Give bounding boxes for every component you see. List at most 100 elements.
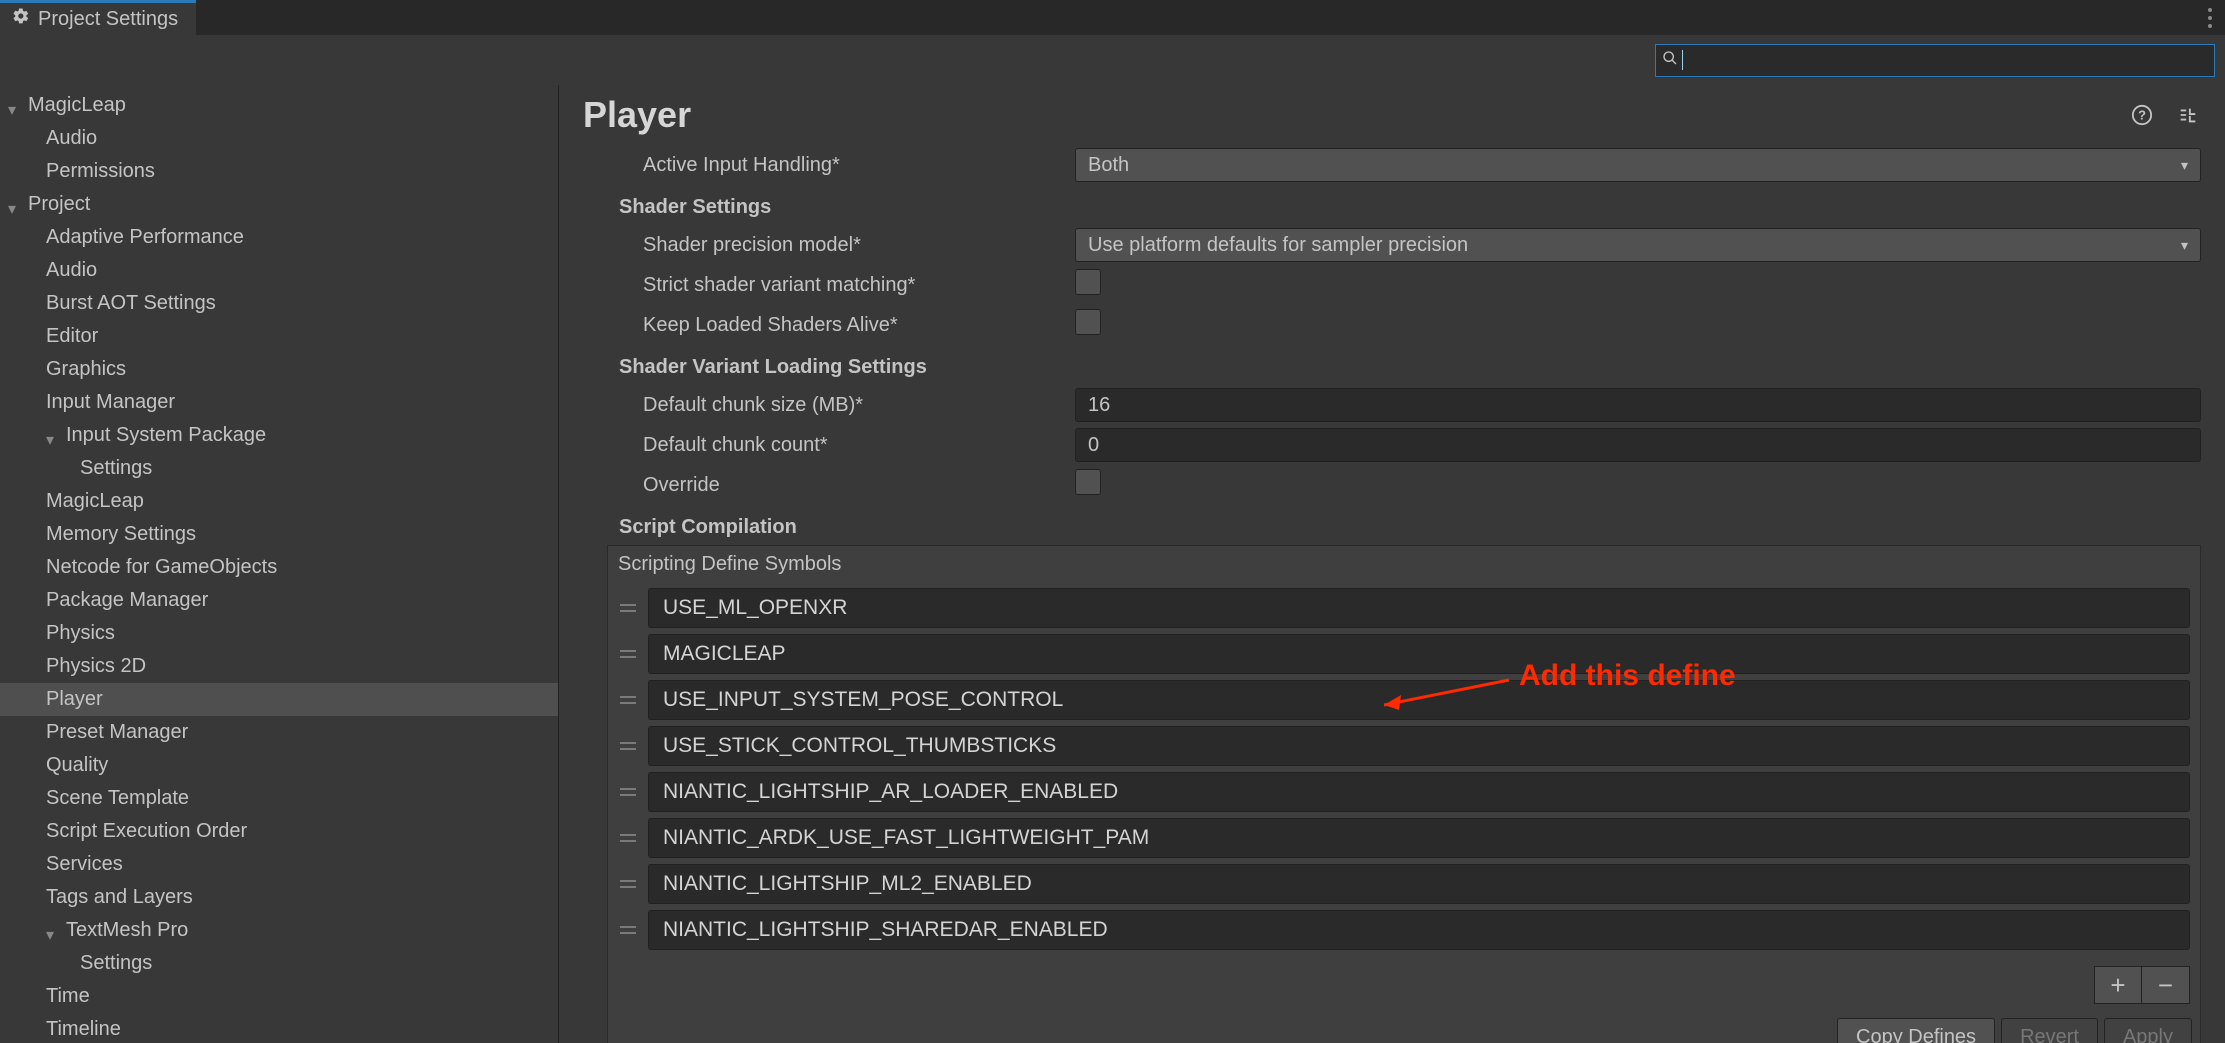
define-input[interactable]: NIANTIC_LIGHTSHIP_AR_LOADER_ENABLED bbox=[648, 772, 2190, 812]
search-input[interactable] bbox=[1655, 44, 2215, 77]
remove-define-button[interactable]: − bbox=[2142, 966, 2190, 1004]
define-input[interactable]: NIANTIC_ARDK_USE_FAST_LIGHTWEIGHT_PAM bbox=[648, 818, 2190, 858]
sidebar-item-project[interactable]: Project bbox=[0, 188, 558, 221]
checkbox-strict-variant[interactable] bbox=[1075, 269, 1101, 295]
sidebar-item-settings[interactable]: Settings bbox=[0, 947, 558, 980]
drag-handle-icon[interactable] bbox=[618, 926, 638, 934]
drag-handle-icon[interactable] bbox=[618, 650, 638, 658]
apply-button[interactable]: Apply bbox=[2104, 1018, 2192, 1043]
sidebar-item-label: Input Manager bbox=[46, 391, 175, 414]
sidebar-item-netcode-for-gameobjects[interactable]: Netcode for GameObjects bbox=[0, 551, 558, 584]
prop-chunk-count: Default chunk count* 0 bbox=[583, 425, 2201, 465]
sidebar-item-label: Settings bbox=[80, 952, 152, 975]
copy-defines-button[interactable]: Copy Defines bbox=[1837, 1018, 1995, 1043]
define-row: USE_ML_OPENXR bbox=[618, 588, 2190, 628]
sidebar-item-label: Scene Template bbox=[46, 787, 189, 810]
sidebar-item-label: Audio bbox=[46, 259, 97, 282]
define-input[interactable]: USE_ML_OPENXR bbox=[648, 588, 2190, 628]
kebab-icon[interactable] bbox=[2201, 0, 2219, 35]
sidebar-item-package-manager[interactable]: Package Manager bbox=[0, 584, 558, 617]
foldout-icon[interactable] bbox=[46, 923, 62, 939]
sidebar-item-time[interactable]: Time bbox=[0, 980, 558, 1013]
drag-handle-icon[interactable] bbox=[618, 696, 638, 704]
sidebar-item-services[interactable]: Services bbox=[0, 848, 558, 881]
foldout-icon[interactable] bbox=[8, 197, 24, 213]
define-row: NIANTIC_LIGHTSHIP_SHAREDAR_ENABLED bbox=[618, 910, 2190, 950]
add-define-button[interactable]: + bbox=[2094, 966, 2142, 1004]
define-input[interactable]: NIANTIC_LIGHTSHIP_ML2_ENABLED bbox=[648, 864, 2190, 904]
sidebar-item-label: Graphics bbox=[46, 358, 126, 381]
drag-handle-icon[interactable] bbox=[618, 604, 638, 612]
sidebar-item-tags-and-layers[interactable]: Tags and Layers bbox=[0, 881, 558, 914]
define-row: USE_STICK_CONTROL_THUMBSTICKS bbox=[618, 726, 2190, 766]
sidebar-item-input-system-package[interactable]: Input System Package bbox=[0, 419, 558, 452]
scripting-define-symbols-box: Scripting Define Symbols USE_ML_OPENXRMA… bbox=[607, 545, 2201, 1043]
sidebar-item-label: Time bbox=[46, 985, 90, 1008]
sidebar-item-script-execution-order[interactable]: Script Execution Order bbox=[0, 815, 558, 848]
sidebar-item-scene-template[interactable]: Scene Template bbox=[0, 782, 558, 815]
sidebar-item-permissions[interactable]: Permissions bbox=[0, 155, 558, 188]
dropdown-shader-precision[interactable]: Use platform defaults for sampler precis… bbox=[1075, 228, 2201, 262]
drag-handle-icon[interactable] bbox=[618, 742, 638, 750]
sidebar-item-magicleap[interactable]: MagicLeap bbox=[0, 89, 558, 122]
sidebar-item-physics[interactable]: Physics bbox=[0, 617, 558, 650]
define-row: NIANTIC_ARDK_USE_FAST_LIGHTWEIGHT_PAM bbox=[618, 818, 2190, 858]
sidebar-item-textmesh-pro[interactable]: TextMesh Pro bbox=[0, 914, 558, 947]
foldout-icon[interactable] bbox=[8, 98, 24, 114]
sidebar-item-label: Editor bbox=[46, 325, 98, 348]
define-input[interactable]: MAGICLEAP bbox=[648, 634, 2190, 674]
text-caret bbox=[1682, 50, 1683, 70]
sidebar-item-input-manager[interactable]: Input Manager bbox=[0, 386, 558, 419]
define-input[interactable]: NIANTIC_LIGHTSHIP_SHAREDAR_ENABLED bbox=[648, 910, 2190, 950]
sidebar-item-burst-aot-settings[interactable]: Burst AOT Settings bbox=[0, 287, 558, 320]
drag-handle-icon[interactable] bbox=[618, 788, 638, 796]
foldout-icon[interactable] bbox=[46, 428, 62, 444]
content-header: Player ? bbox=[559, 85, 2225, 145]
sidebar-item-label: Tags and Layers bbox=[46, 886, 193, 909]
field-chunk-count[interactable]: 0 bbox=[1075, 428, 2201, 462]
field-chunk-size[interactable]: 16 bbox=[1075, 388, 2201, 422]
sidebar-item-label: Package Manager bbox=[46, 589, 208, 612]
sidebar-item-preset-manager[interactable]: Preset Manager bbox=[0, 716, 558, 749]
sidebar-item-label: Physics bbox=[46, 622, 115, 645]
revert-button[interactable]: Revert bbox=[2001, 1018, 2098, 1043]
sidebar-item-quality[interactable]: Quality bbox=[0, 749, 558, 782]
define-input[interactable]: USE_STICK_CONTROL_THUMBSTICKS bbox=[648, 726, 2190, 766]
list-add-remove-toolbar: + − bbox=[608, 960, 2200, 1012]
help-icon[interactable]: ? bbox=[2129, 102, 2155, 128]
prop-active-input-handling: Active Input Handling* Both bbox=[583, 145, 2201, 185]
preset-icon[interactable] bbox=[2175, 102, 2201, 128]
sidebar-item-settings[interactable]: Settings bbox=[0, 452, 558, 485]
drag-handle-icon[interactable] bbox=[618, 880, 638, 888]
dropdown-active-input[interactable]: Both bbox=[1075, 148, 2201, 182]
sidebar-item-label: Burst AOT Settings bbox=[46, 292, 216, 315]
sidebar-item-label: Input System Package bbox=[66, 424, 266, 447]
prop-keep-loaded: Keep Loaded Shaders Alive* bbox=[583, 305, 2201, 345]
sidebar-item-adaptive-performance[interactable]: Adaptive Performance bbox=[0, 221, 558, 254]
project-settings-tab[interactable]: Project Settings bbox=[0, 0, 196, 35]
define-actions-row: Copy Defines Revert Apply bbox=[608, 1012, 2200, 1043]
sidebar-item-editor[interactable]: Editor bbox=[0, 320, 558, 353]
sidebar-item-label: Player bbox=[46, 688, 103, 711]
checkbox-override[interactable] bbox=[1075, 469, 1101, 495]
section-shader-settings: Shader Settings bbox=[619, 193, 2201, 221]
sidebar-item-label: Permissions bbox=[46, 160, 155, 183]
drag-handle-icon[interactable] bbox=[618, 834, 638, 842]
search-row bbox=[0, 35, 2225, 85]
sidebar-item-audio[interactable]: Audio bbox=[0, 122, 558, 155]
sidebar-item-magicleap[interactable]: MagicLeap bbox=[0, 485, 558, 518]
sidebar-item-label: Preset Manager bbox=[46, 721, 188, 744]
sidebar-item-player[interactable]: Player bbox=[0, 683, 558, 716]
define-row: NIANTIC_LIGHTSHIP_AR_LOADER_ENABLED bbox=[618, 772, 2190, 812]
sidebar-item-timeline[interactable]: Timeline bbox=[0, 1013, 558, 1043]
tab-strip: Project Settings bbox=[0, 0, 2225, 35]
sidebar-item-label: Timeline bbox=[46, 1018, 121, 1041]
sidebar-item-graphics[interactable]: Graphics bbox=[0, 353, 558, 386]
checkbox-keep-loaded[interactable] bbox=[1075, 309, 1101, 335]
sidebar-item-audio[interactable]: Audio bbox=[0, 254, 558, 287]
sidebar-item-physics-2d[interactable]: Physics 2D bbox=[0, 650, 558, 683]
define-input[interactable]: USE_INPUT_SYSTEM_POSE_CONTROL bbox=[648, 680, 2190, 720]
sidebar-item-label: Services bbox=[46, 853, 123, 876]
settings-sidebar: MagicLeapAudioPermissionsProjectAdaptive… bbox=[0, 85, 558, 1043]
sidebar-item-memory-settings[interactable]: Memory Settings bbox=[0, 518, 558, 551]
